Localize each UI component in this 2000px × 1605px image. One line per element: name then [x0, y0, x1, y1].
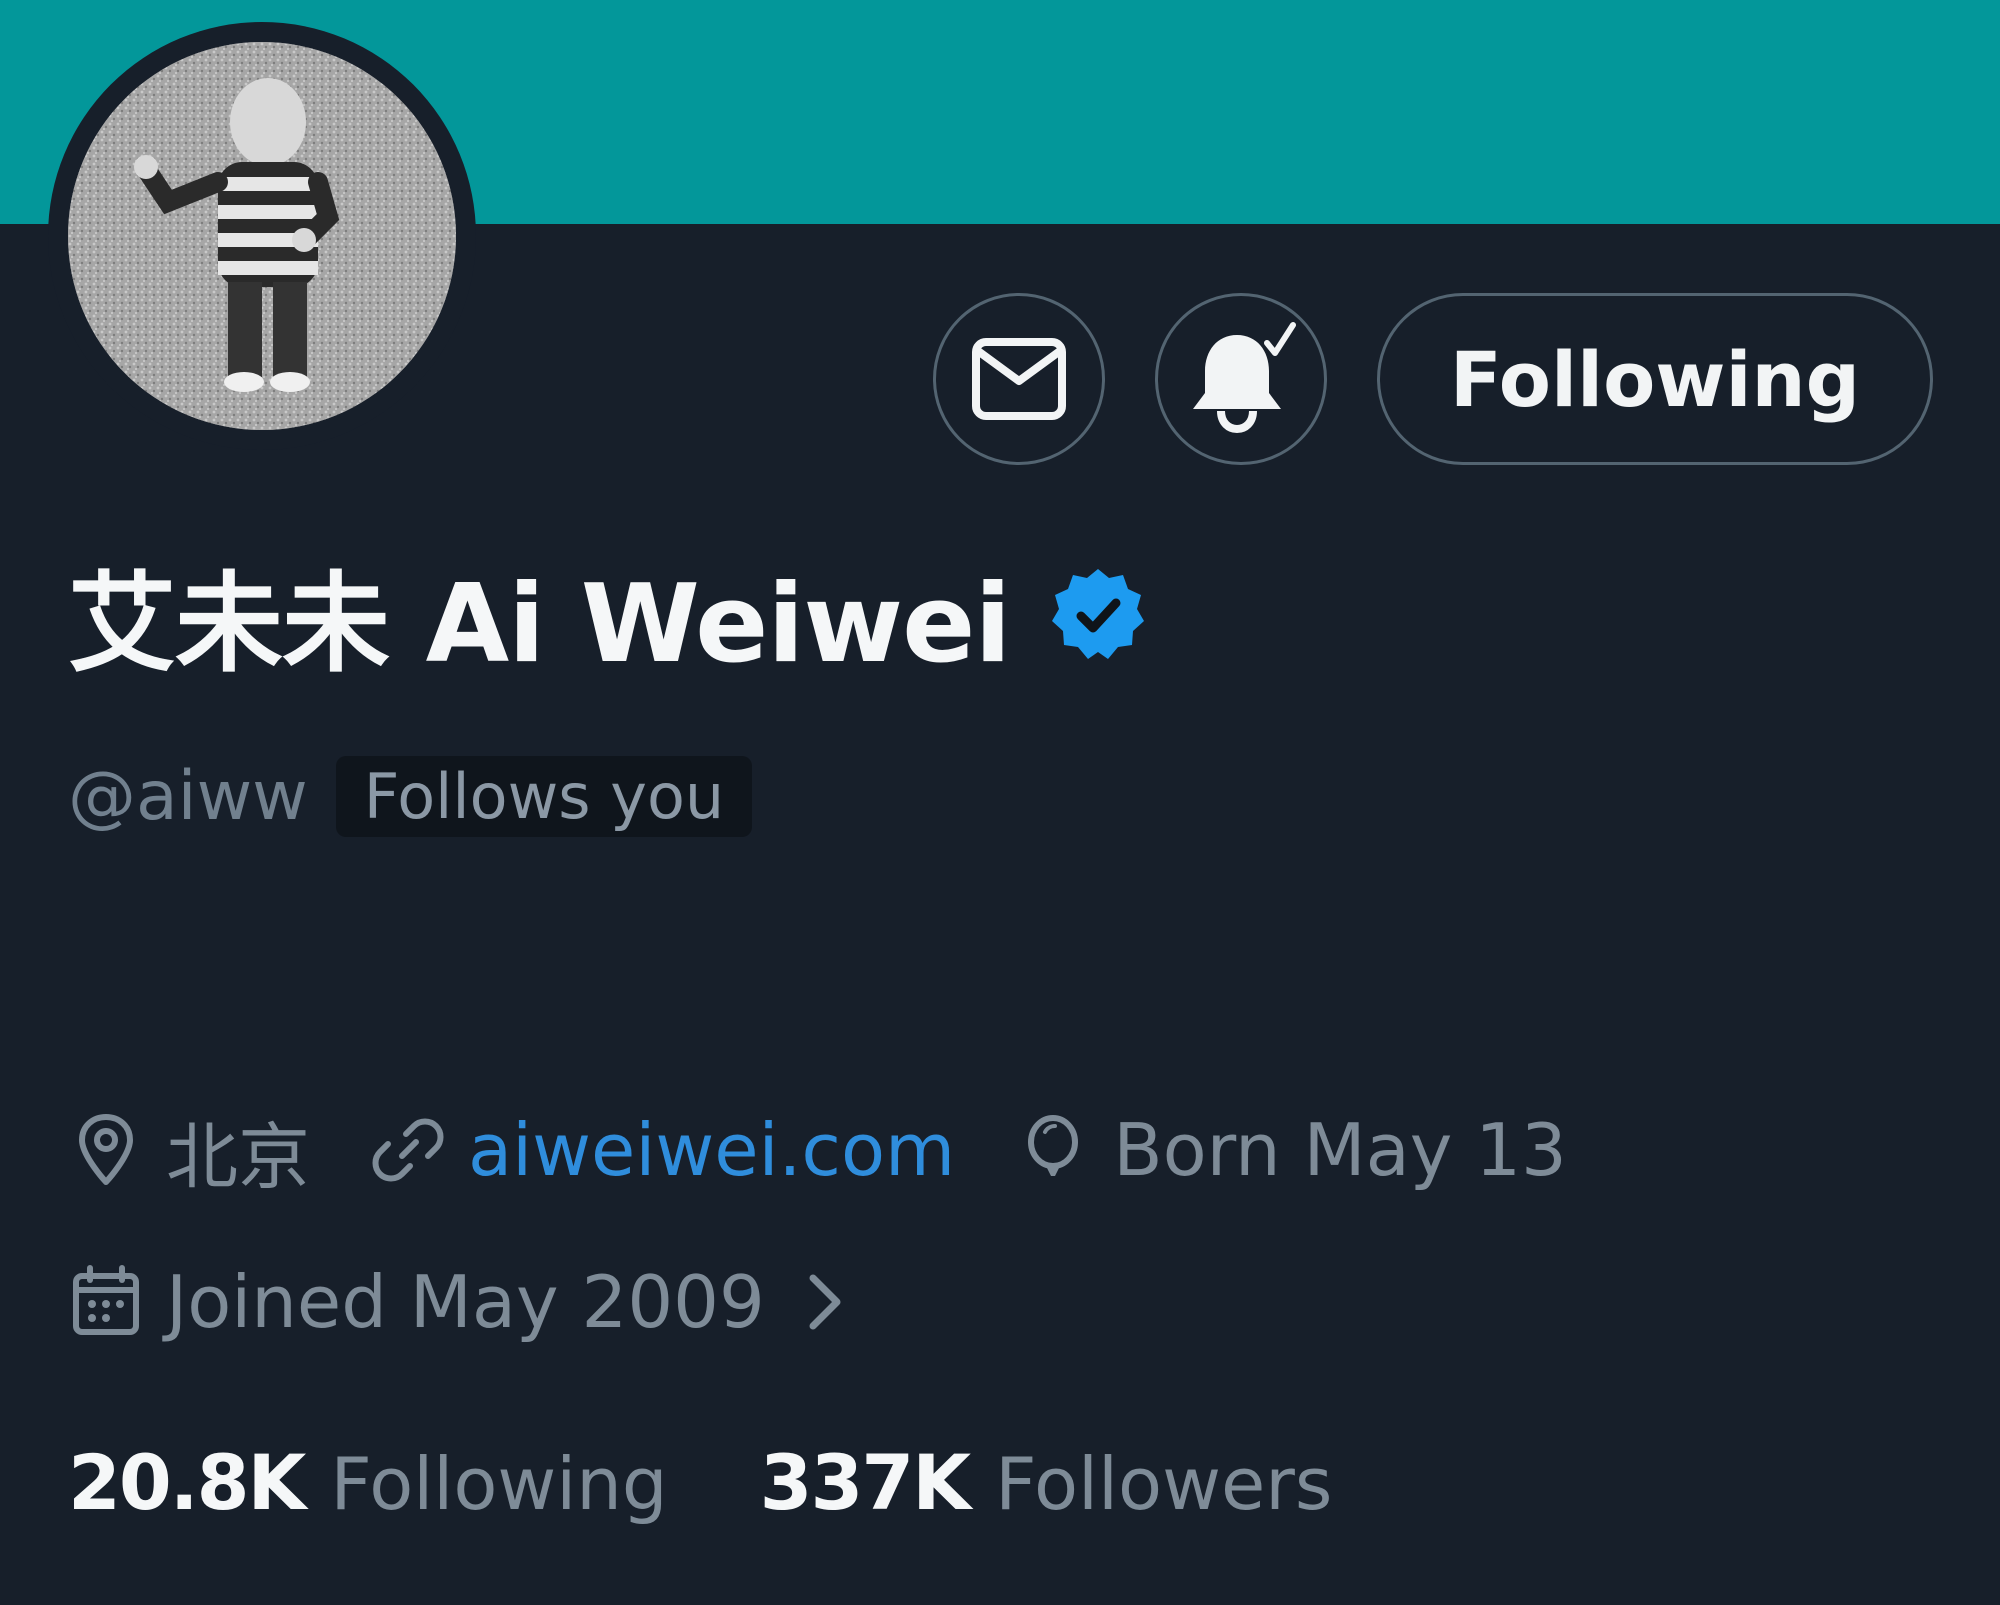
following-label: Following	[330, 1441, 668, 1526]
notifications-button[interactable]	[1155, 293, 1327, 465]
follows-you-badge: Follows you	[335, 755, 753, 837]
verified-badge-icon[interactable]	[1048, 565, 1148, 665]
mail-icon	[971, 337, 1067, 421]
link-icon	[370, 1112, 446, 1188]
website-link[interactable]: aiweiwei.com	[468, 1108, 955, 1192]
avatar-photo	[68, 42, 456, 430]
handle-row: @aiww Follows you	[68, 748, 753, 844]
followers-label: Followers	[995, 1441, 1333, 1526]
bell-notify-icon	[1181, 319, 1301, 439]
followers-count: 337K	[759, 1437, 972, 1527]
location-text: 北京	[166, 1114, 311, 1199]
joined-row[interactable]: Joined May 2009	[68, 1252, 855, 1352]
location-item: 北京	[68, 1098, 310, 1203]
following-stat[interactable]: 20.8K Following	[68, 1438, 668, 1527]
calendar-icon	[68, 1264, 144, 1340]
display-name: 艾未未 Ai Weiwei	[68, 562, 1011, 687]
following-button[interactable]: Following	[1377, 293, 1933, 465]
avatar[interactable]	[68, 42, 456, 430]
profile-meta-row: 北京 aiweiwei.com Born May 13	[68, 1100, 1627, 1200]
birthday-item: Born May 13	[1015, 1108, 1567, 1192]
follow-stats: 20.8K Following 337K Followers	[68, 1432, 1424, 1532]
following-count: 20.8K	[68, 1437, 306, 1527]
website-item[interactable]: aiweiwei.com	[370, 1108, 955, 1192]
name-row: 艾未未 Ai Weiwei	[68, 550, 1148, 687]
user-handle: @aiww	[68, 756, 308, 836]
location-icon	[68, 1112, 144, 1188]
message-button[interactable]	[933, 293, 1105, 465]
joined-text: Joined May 2009	[166, 1260, 765, 1344]
balloon-icon	[1015, 1112, 1091, 1188]
chevron-right-icon	[795, 1264, 855, 1340]
birthday-text: Born May 13	[1113, 1108, 1567, 1192]
followers-stat[interactable]: 337K Followers	[760, 1438, 1333, 1527]
joined-item[interactable]: Joined May 2009	[68, 1260, 855, 1344]
